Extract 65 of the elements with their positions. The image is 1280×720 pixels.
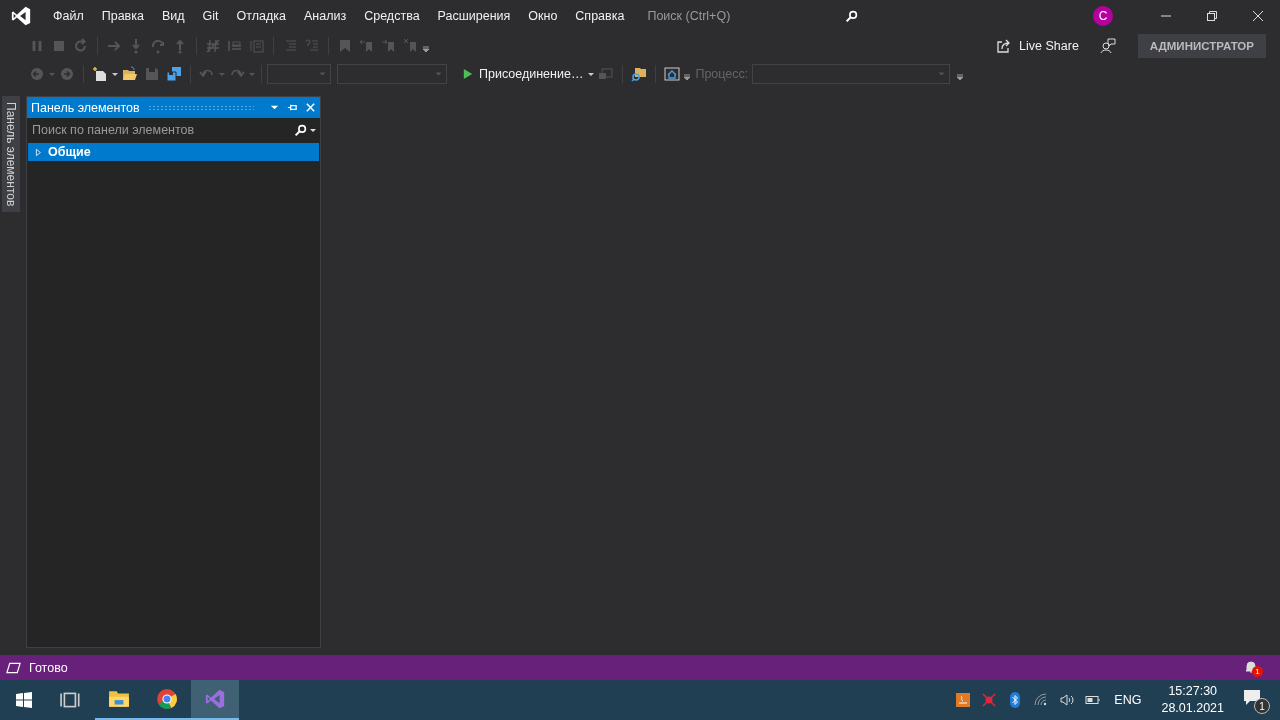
panel-title: Панель элементов: [31, 100, 140, 115]
menu-item[interactable]: Файл: [44, 9, 93, 23]
open-folder-icon[interactable]: [122, 66, 138, 82]
forward-icon[interactable]: [59, 66, 75, 82]
group-label: Общие: [48, 145, 91, 159]
caret-icon: [435, 72, 442, 76]
menu-item[interactable]: Анализ: [295, 9, 356, 23]
menu-item[interactable]: Справка: [566, 9, 634, 23]
play-icon: [463, 68, 473, 80]
search-icon: [845, 9, 859, 23]
bookmark-next-icon[interactable]: [381, 38, 397, 54]
new-project-icon[interactable]: [92, 66, 108, 82]
back-icon[interactable]: [29, 66, 45, 82]
hash-icon[interactable]: [205, 38, 221, 54]
process-label: Процесс:: [695, 67, 749, 81]
save-icon[interactable]: [144, 66, 160, 82]
step-over-icon[interactable]: [150, 38, 166, 54]
browser-home-icon[interactable]: [664, 66, 681, 82]
role-badge: АДМИНИСТРАТОР: [1137, 34, 1266, 58]
account-avatar[interactable]: C: [1093, 6, 1113, 26]
bell-icon[interactable]: [1244, 659, 1258, 674]
menu-item[interactable]: Отладка: [227, 9, 295, 23]
language-indicator[interactable]: ENG: [1114, 693, 1142, 707]
app-logo-icon: [204, 688, 226, 710]
java-icon[interactable]: [955, 692, 972, 708]
search-field[interactable]: Поиск (Ctrl+Q): [643, 4, 866, 28]
live-share-button[interactable]: Live Share: [993, 38, 1079, 54]
volume-icon[interactable]: [1059, 692, 1076, 708]
app-logo-icon: [10, 5, 32, 27]
attach-button[interactable]: Присоединение…: [453, 67, 588, 81]
restart-icon[interactable]: [73, 38, 89, 54]
close-icon[interactable]: [1252, 10, 1264, 22]
feedback-icon[interactable]: [1099, 38, 1116, 54]
pin-icon[interactable]: [287, 102, 298, 113]
caret-icon: [319, 72, 326, 76]
menu-item[interactable]: Правка: [92, 9, 153, 23]
action-center-icon[interactable]: [1242, 688, 1262, 708]
bookmark-back-icon[interactable]: [359, 38, 375, 54]
clock-date[interactable]: 28.01.2021: [1161, 700, 1224, 717]
toolbox-group[interactable]: Общие: [28, 143, 319, 161]
folder-search-icon[interactable]: [631, 66, 648, 82]
notification-count: 1: [1254, 698, 1270, 714]
restore-icon[interactable]: [1206, 10, 1218, 22]
network-error-icon[interactable]: [981, 692, 998, 708]
status-text: Готово: [29, 660, 68, 675]
browser-icon: [156, 688, 178, 710]
menu-item[interactable]: Git: [193, 9, 228, 23]
clock-time[interactable]: 15:27:30: [1168, 683, 1218, 700]
folder-icon: [108, 688, 130, 710]
notification-badge: 1: [1252, 665, 1263, 677]
menu-item[interactable]: Окно: [519, 9, 567, 23]
stop-icon[interactable]: [51, 38, 67, 54]
toolbox-side-tab[interactable]: Панель элементов: [2, 96, 20, 213]
bookmark-icon[interactable]: [337, 38, 353, 54]
menu-item[interactable]: Расширения: [428, 9, 520, 23]
menu-item[interactable]: Вид: [152, 9, 194, 23]
menu-item[interactable]: Средства: [355, 9, 429, 23]
toolbox-search-field[interactable]: Поиск по панели элементов: [28, 119, 319, 141]
expander-icon[interactable]: [34, 147, 42, 157]
search-icon: [294, 124, 307, 137]
save-all-icon[interactable]: [166, 66, 182, 82]
caret-icon: [938, 72, 946, 76]
status-icon: [6, 661, 21, 674]
indent-icon[interactable]: [227, 38, 243, 54]
windows-start-icon[interactable]: [16, 692, 32, 708]
